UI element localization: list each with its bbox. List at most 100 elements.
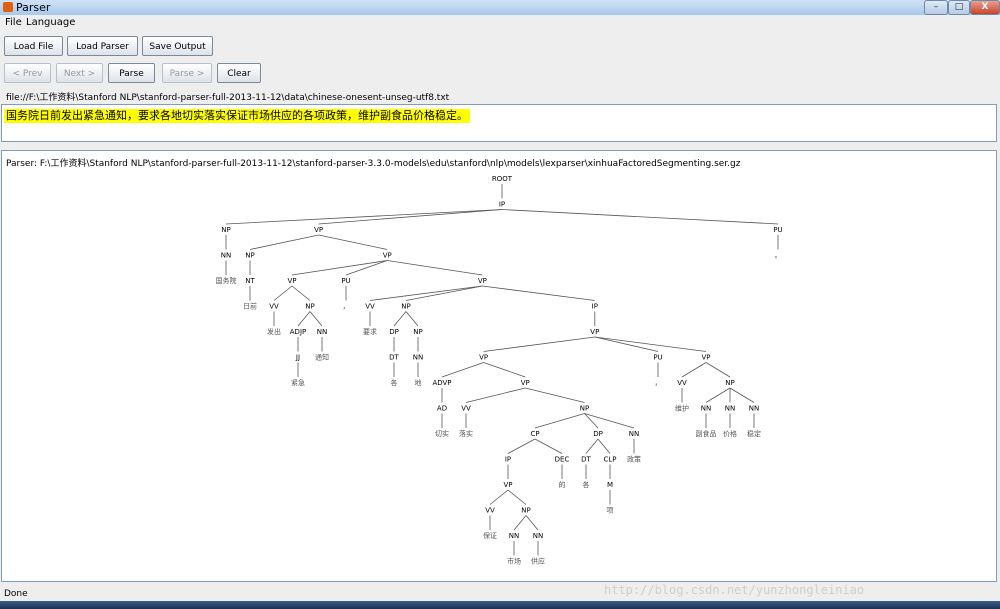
tree-edge [705, 362, 731, 378]
parse-tree-panel[interactable]: Parser: F:\工作资料\Stanford NLP\stanford-pa… [1, 150, 997, 582]
tree-leaf-word: 的 [559, 480, 566, 489]
java-app-icon [3, 2, 13, 12]
tree-leaf-word: 各 [583, 480, 590, 489]
tree-node-label: ADVP [432, 379, 451, 387]
tree-leaf-word: 切实 [435, 429, 449, 438]
tree-leaf-word: 落实 [459, 429, 473, 438]
tree-leaf-word: 市场 [507, 557, 521, 566]
tree-edge [345, 260, 388, 276]
tree-node-label: NN [701, 405, 711, 413]
tree-leaf-word: 日前 [243, 302, 257, 311]
tree-node-label: NP [401, 303, 410, 311]
menu-language[interactable]: Language [26, 17, 75, 28]
load-parser-button[interactable]: Load Parser [67, 36, 138, 56]
tree-edge [225, 209, 503, 225]
tree-edge [525, 515, 539, 531]
tree-node-label: VP [521, 379, 530, 387]
tree-edge [597, 438, 611, 454]
parse-button[interactable]: Parse [108, 63, 155, 83]
tree-leaf-word: 。 [775, 252, 782, 260]
tree-edge [465, 387, 526, 403]
tree-edge [681, 362, 707, 378]
tree-node-label: VV [485, 507, 495, 515]
tree-edge [594, 336, 707, 352]
tree-edge [405, 285, 483, 301]
tree-node-label: VP [314, 226, 323, 234]
close-button[interactable]: X [970, 0, 1000, 15]
tree-node-label: VP [503, 481, 512, 489]
tree-leaf-word: 紧急 [291, 378, 305, 387]
tree-leaf-word: 保证 [483, 531, 497, 540]
file-path-label: file://F:\工作资料\Stanford NLP\stanford-par… [6, 93, 450, 103]
tree-node-label: NN [317, 328, 327, 336]
title-bar: Parser – □ X [0, 0, 1000, 16]
tree-node-label: IP [592, 303, 598, 311]
tree-leaf-word: 副食品 [696, 429, 717, 438]
tree-edge [513, 515, 527, 531]
watermark-text: http://blog.csdn.net/yunzhongleiniao [604, 583, 865, 597]
tree-node-label: NP [221, 226, 230, 234]
minimize-button[interactable]: – [924, 0, 948, 15]
tree-node-label: M [607, 481, 613, 489]
tree-node-label: VV [365, 303, 375, 311]
next-button[interactable]: Next > [56, 63, 103, 83]
tree-edge [483, 336, 595, 352]
tree-edge [501, 209, 779, 225]
tree-edge [729, 387, 755, 403]
tree-node-label: PU [653, 354, 662, 362]
tree-edge [483, 362, 526, 378]
maximize-button[interactable]: □ [948, 0, 970, 15]
prev-button[interactable]: < Prev [4, 63, 51, 83]
parse-next-button[interactable]: Parse > [162, 63, 212, 83]
menu-file[interactable]: File [5, 17, 22, 28]
tree-node-label: CP [530, 430, 539, 438]
clear-button[interactable]: Clear [217, 63, 261, 83]
tree-node-label: DT [581, 456, 591, 464]
tree-node-label: NP [580, 405, 589, 413]
tree-node-label: VP [701, 354, 710, 362]
tree-node-label: PU [341, 277, 350, 285]
tree-node-label: DP [593, 430, 603, 438]
tree-leaf-word: ， [343, 303, 350, 311]
tree-leaf-word: 维护 [675, 404, 689, 413]
tree-edge [525, 387, 585, 403]
load-file-button[interactable]: Load File [4, 36, 63, 56]
tree-node-label: NP [305, 303, 314, 311]
tree-node-label: VP [590, 328, 599, 336]
highlighted-sentence: 国务院日前发出紧急通知，要求各地切实落实保证市场供应的各项政策，维护副食品价格稳… [4, 109, 470, 123]
tree-node-label: DP [389, 328, 399, 336]
tree-edge [405, 311, 419, 327]
tree-node-label: PU [773, 226, 782, 234]
tree-leaf-word: ， [655, 379, 662, 387]
tree-node-label: NN [725, 405, 735, 413]
tree-edge [249, 234, 319, 250]
tree-edge [441, 362, 484, 378]
tree-node-label: VV [677, 379, 687, 387]
tree-node-label: VP [479, 354, 488, 362]
tree-node-label: NN [413, 354, 423, 362]
tree-node-label: VV [461, 405, 471, 413]
tree-leaf-word: 国务院 [216, 276, 237, 285]
tree-leaf-word: 发出 [267, 327, 281, 336]
status-label: Done [4, 589, 28, 599]
tree-leaf-word: 通知 [315, 353, 329, 362]
tree-node-label: VP [383, 252, 392, 260]
tree-node-label: VP [478, 277, 487, 285]
tree-node-label: IP [499, 201, 505, 209]
tree-node-label: NT [245, 277, 255, 285]
tree-node-label: AD [437, 405, 447, 413]
tree-node-label: NN [221, 252, 231, 260]
tree-node-label: NP [245, 252, 254, 260]
save-output-button[interactable]: Save Output [142, 36, 213, 56]
tree-leaf-word: 政策 [627, 455, 641, 464]
tree-edge [482, 285, 595, 301]
tree-node-label: NP [725, 379, 734, 387]
tree-leaf-word: 价格 [723, 429, 737, 438]
tree-edge [585, 438, 599, 454]
tree-leaf-word: 各 [391, 378, 398, 387]
tree-leaf-word: 供应 [531, 557, 545, 566]
tree-node-label: CLP [603, 456, 616, 464]
tree-node-label: VV [269, 303, 279, 311]
tree-node-label: NP [521, 507, 530, 515]
input-text-area[interactable]: 国务院日前发出紧急通知，要求各地切实落实保证市场供应的各项政策，维护副食品价格稳… [1, 104, 997, 142]
